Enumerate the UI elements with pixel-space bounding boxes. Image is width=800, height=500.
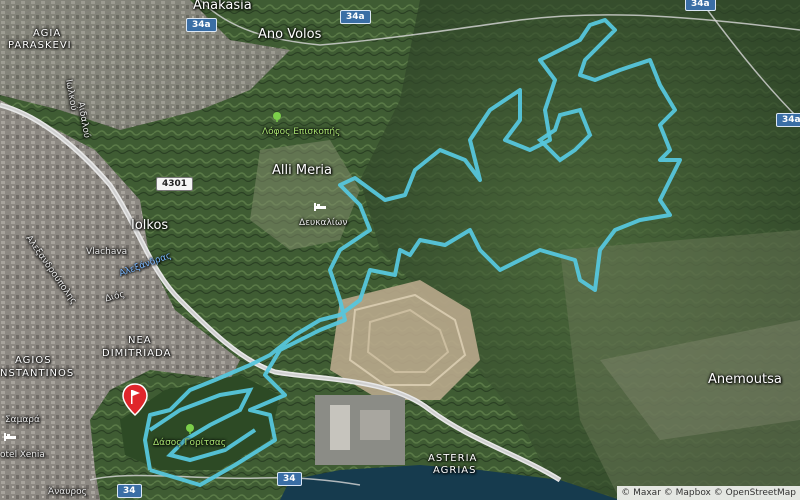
bed-icon bbox=[4, 433, 16, 441]
route-shield-4301: 4301 bbox=[156, 177, 194, 191]
route-shield-34a: 34a bbox=[186, 18, 217, 32]
plant-building-2 bbox=[360, 410, 390, 440]
plant-building bbox=[330, 405, 350, 450]
park-tree-icon bbox=[273, 112, 281, 122]
map-base bbox=[0, 0, 800, 500]
flag-pin-icon[interactable] bbox=[120, 383, 150, 423]
route-shield-34a-right: 34a bbox=[776, 113, 800, 127]
bed-icon bbox=[314, 203, 326, 211]
map-attribution[interactable]: © Maxar © Mapbox © OpenStreetMap bbox=[617, 486, 800, 500]
park-tree-icon bbox=[186, 424, 194, 434]
route-shield-34-2: 34 bbox=[277, 472, 302, 486]
map-canvas[interactable]: Anakasia Ano Volos AGIA PARASKEVI Λόφος … bbox=[0, 0, 800, 500]
route-shield-34: 34 bbox=[117, 484, 142, 498]
route-shield-34a-2: 34a bbox=[340, 10, 371, 24]
route-shield-34a-3: 34a bbox=[685, 0, 716, 11]
